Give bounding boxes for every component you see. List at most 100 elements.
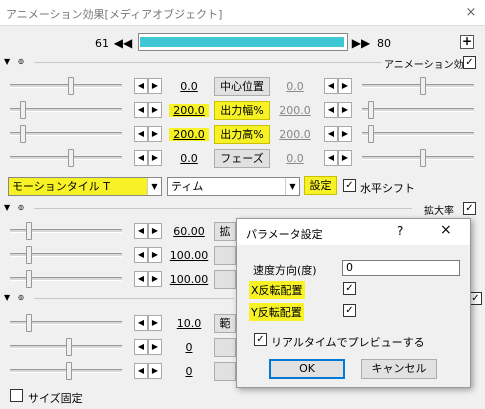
param-button[interactable]: 拡 (214, 222, 236, 241)
window-close-button[interactable]: × (462, 4, 480, 22)
slider-track[interactable] (10, 132, 122, 136)
dropdown-arrow-icon[interactable]: ▼ (147, 178, 161, 195)
arrow-right-icon[interactable]: ▶ (148, 339, 162, 355)
slider-thumb[interactable] (66, 362, 72, 380)
slider-thumb[interactable] (420, 77, 426, 95)
slider-track[interactable] (10, 84, 122, 88)
slider-track[interactable] (10, 108, 122, 112)
left-value[interactable]: 60.00 (169, 225, 209, 238)
y-flip-checkbox[interactable]: ✓ (343, 304, 356, 317)
x-flip-checkbox[interactable]: ✓ (343, 282, 356, 295)
arrow-left-icon[interactable]: ◀ (324, 78, 338, 94)
realtime-preview-checkbox[interactable]: ✓ (254, 333, 267, 346)
slider-thumb[interactable] (26, 314, 32, 332)
slider-thumb[interactable] (66, 338, 72, 356)
hshift-checkbox[interactable]: ✓ (343, 179, 356, 192)
param-button[interactable] (214, 270, 236, 289)
slider-thumb[interactable] (420, 149, 426, 167)
collapse-toggle-icon[interactable]: ▼ (4, 204, 10, 212)
arrow-right-icon[interactable]: ▶ (338, 126, 352, 142)
arrow-right-icon[interactable]: ▶ (338, 102, 352, 118)
arrow-right-icon[interactable]: ▶ (338, 150, 352, 166)
left-value[interactable]: 200.0 (169, 128, 209, 141)
arrow-left-icon[interactable]: ◀ (134, 271, 148, 287)
right-value[interactable]: 200.0 (275, 128, 315, 141)
section-enable-checkbox[interactable]: ✓ (463, 202, 476, 215)
arrow-left-icon[interactable]: ◀ (134, 223, 148, 239)
param-button[interactable] (214, 246, 236, 265)
slider-thumb[interactable] (26, 222, 32, 240)
arrow-left-icon[interactable]: ◀ (324, 126, 338, 142)
ok-button[interactable]: OK (269, 359, 345, 379)
arrow-right-icon[interactable]: ▶ (338, 78, 352, 94)
add-filter-button[interactable]: + (460, 35, 474, 49)
next-keyframe-button[interactable]: ▶▶ (351, 35, 371, 51)
arrow-right-icon[interactable]: ▶ (148, 78, 162, 94)
size-fix-checkbox[interactable] (10, 389, 23, 402)
mode-select[interactable]: ティム ▼ (167, 177, 300, 196)
arrow-right-icon[interactable]: ▶ (148, 223, 162, 239)
left-value[interactable]: 100.00 (169, 273, 209, 286)
prev-keyframe-button[interactable]: ◀◀ (113, 35, 133, 51)
section-enable-checkbox[interactable]: ✓ (463, 56, 476, 69)
arrow-right-icon[interactable]: ▶ (148, 315, 162, 331)
arrow-left-icon[interactable]: ◀ (134, 126, 148, 142)
slider-track[interactable] (10, 156, 122, 160)
left-value[interactable]: 0.0 (169, 80, 209, 93)
param-button[interactable]: 出力高% (214, 125, 270, 144)
speed-direction-input[interactable]: 0 (342, 260, 460, 276)
settings-button[interactable]: 設定 (304, 176, 337, 195)
arrow-left-icon[interactable]: ◀ (134, 247, 148, 263)
left-value[interactable]: 200.0 (169, 104, 209, 117)
left-value[interactable]: 100.00 (169, 249, 209, 262)
arrow-left-icon[interactable]: ◀ (324, 102, 338, 118)
param-button[interactable] (214, 362, 236, 381)
right-value[interactable]: 0.0 (275, 80, 315, 93)
arrow-left-icon[interactable]: ◀ (324, 150, 338, 166)
left-value[interactable]: 10.0 (169, 317, 209, 330)
param-button[interactable]: フェーズ (214, 149, 270, 168)
dropdown-arrow-icon[interactable]: ▼ (285, 178, 299, 195)
collapse-toggle-icon[interactable]: ▼ (4, 58, 10, 66)
left-value[interactable]: 0.0 (169, 152, 209, 165)
slider-track[interactable] (362, 108, 474, 112)
slider-thumb[interactable] (26, 270, 32, 288)
arrow-right-icon[interactable]: ▶ (148, 150, 162, 166)
effect-select[interactable]: モーションタイル T ▼ (8, 177, 162, 196)
slider-thumb[interactable] (26, 246, 32, 264)
slider-track[interactable] (362, 84, 474, 88)
arrow-left-icon[interactable]: ◀ (134, 339, 148, 355)
left-value[interactable]: 0 (169, 365, 209, 378)
right-value[interactable]: 200.0 (275, 104, 315, 117)
arrow-left-icon[interactable]: ◀ (134, 363, 148, 379)
slider-thumb[interactable] (20, 101, 26, 119)
collapse-toggle-icon[interactable]: ▼ (4, 294, 10, 302)
arrow-right-icon[interactable]: ▶ (148, 126, 162, 142)
slider-thumb[interactable] (68, 77, 74, 95)
timeline-track[interactable] (138, 33, 348, 51)
slider-track[interactable] (362, 132, 474, 136)
arrow-left-icon[interactable]: ◀ (134, 315, 148, 331)
slider-thumb[interactable] (68, 149, 74, 167)
arrow-right-icon[interactable]: ▶ (148, 271, 162, 287)
help-icon[interactable]: ? (397, 224, 403, 238)
arrow-right-icon[interactable]: ▶ (148, 363, 162, 379)
slider-thumb[interactable] (368, 125, 374, 143)
left-value[interactable]: 0 (169, 341, 209, 354)
dialog-close-icon[interactable]: × (440, 222, 452, 238)
arrow-left-icon[interactable]: ◀ (134, 102, 148, 118)
slider-track[interactable] (362, 156, 474, 160)
slider-thumb[interactable] (20, 125, 26, 143)
param-button[interactable]: 中心位置 (214, 77, 270, 96)
hshift-label: 水平シフト (360, 182, 415, 195)
param-button[interactable]: 出力幅% (214, 101, 270, 120)
arrow-right-icon[interactable]: ▶ (148, 247, 162, 263)
slider-thumb[interactable] (368, 101, 374, 119)
arrow-left-icon[interactable]: ◀ (134, 150, 148, 166)
arrow-right-icon[interactable]: ▶ (148, 102, 162, 118)
arrow-left-icon[interactable]: ◀ (134, 78, 148, 94)
right-value[interactable]: 0.0 (275, 152, 315, 165)
cancel-button[interactable]: キャンセル (361, 359, 437, 379)
param-button[interactable] (214, 338, 236, 357)
param-button[interactable]: 範 (214, 314, 236, 333)
